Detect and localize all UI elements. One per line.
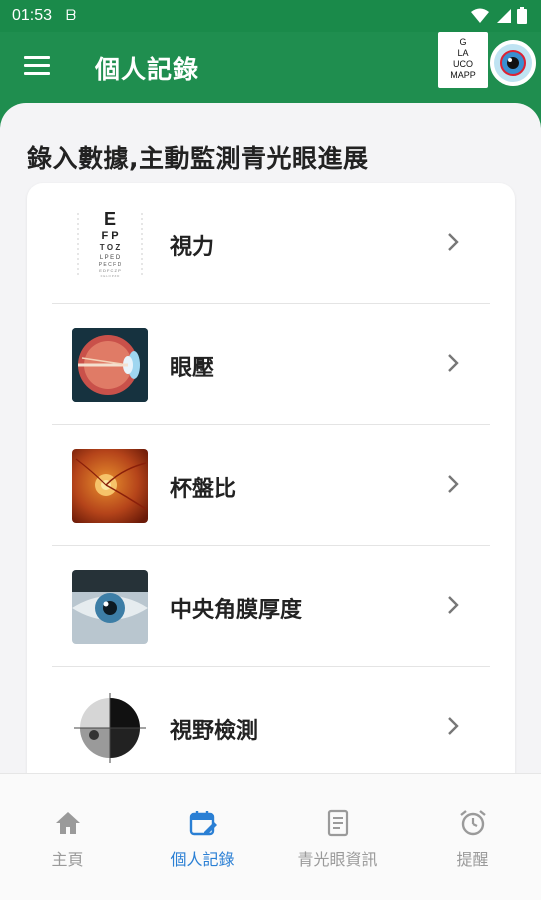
eyeball-cross-section-icon bbox=[72, 328, 148, 402]
bottom-navigation: 主頁 個人記錄 青光眼資訊 提醒 bbox=[0, 773, 541, 900]
status-bar: 01:53 ᗷ bbox=[0, 0, 541, 32]
list-item-label: 中央角膜厚度 bbox=[170, 598, 303, 623]
nav-reminders[interactable]: 提醒 bbox=[405, 774, 540, 900]
battery-icon bbox=[517, 7, 527, 24]
nav-glaucoma-info[interactable]: 青光眼資訊 bbox=[270, 774, 405, 900]
optic-disc-icon bbox=[72, 449, 148, 523]
list-item-iop[interactable]: 眼壓 bbox=[52, 304, 490, 425]
chevron-right-icon bbox=[448, 475, 459, 493]
list-item-label: 杯盤比 bbox=[170, 477, 237, 502]
list-item-visual-field[interactable]: 視野檢測 bbox=[52, 667, 490, 788]
app-bar: 個人記錄 G LA UCO MAPP bbox=[0, 32, 541, 102]
glaucomapp-logo: G LA UCO MAPP bbox=[438, 32, 488, 88]
eye-closeup-icon bbox=[72, 570, 148, 644]
svg-text:L P E D: L P E D bbox=[100, 255, 121, 261]
nav-glaucoma-info-label: 青光眼資訊 bbox=[297, 850, 378, 869]
nav-personal-records[interactable]: 個人記錄 bbox=[135, 774, 270, 900]
list-item-label: 視野檢測 bbox=[170, 719, 259, 744]
chevron-right-icon bbox=[448, 596, 459, 614]
list-item-label: 眼壓 bbox=[170, 356, 215, 381]
document-icon bbox=[327, 809, 349, 837]
eye-chart-icon: E F P T O Z L P E D P E C F D E D F C Z … bbox=[72, 207, 148, 281]
svg-text:F E L O P Z D: F E L O P Z D bbox=[101, 274, 121, 278]
nav-reminders-label: 提醒 bbox=[456, 850, 489, 869]
app-title: 個人記錄 bbox=[95, 55, 200, 84]
chevron-right-icon bbox=[448, 354, 459, 372]
nav-home[interactable]: 主頁 bbox=[0, 774, 135, 900]
svg-text:E: E bbox=[104, 209, 116, 229]
chevron-right-icon bbox=[448, 233, 459, 251]
nav-personal-records-label: 個人記錄 bbox=[170, 850, 235, 869]
signal-icon bbox=[497, 8, 511, 23]
home-icon bbox=[56, 812, 80, 834]
list-item-vision[interactable]: E F P T O Z L P E D P E C F D E D F C Z … bbox=[52, 183, 490, 304]
hamburger-menu-icon[interactable] bbox=[24, 56, 50, 76]
list-item-cup-disc-ratio[interactable]: 杯盤比 bbox=[52, 425, 490, 546]
status-time: 01:53 bbox=[12, 7, 53, 24]
svg-text:E D F C Z P: E D F C Z P bbox=[99, 268, 121, 273]
list-item-label: 視力 bbox=[170, 235, 215, 260]
status-icons bbox=[471, 7, 527, 24]
calendar-edit-icon bbox=[189, 811, 217, 836]
alarm-clock-icon bbox=[460, 810, 486, 836]
list-item-corneal-thickness[interactable]: 中央角膜厚度 bbox=[52, 546, 490, 667]
svg-text:F P: F P bbox=[101, 230, 118, 242]
record-list-card: E F P T O Z L P E D P E C F D E D F C Z … bbox=[27, 183, 515, 803]
visual-field-icon bbox=[72, 691, 148, 765]
page-heading: 錄入數據,主動監測青光眼進展 bbox=[27, 144, 369, 173]
wifi-icon bbox=[471, 8, 489, 23]
notification-icon: ᗷ bbox=[66, 8, 77, 24]
eye-logo-icon bbox=[490, 40, 536, 86]
svg-text:T O Z: T O Z bbox=[100, 243, 121, 252]
chevron-right-icon bbox=[448, 717, 459, 735]
nav-home-label: 主頁 bbox=[51, 850, 84, 869]
